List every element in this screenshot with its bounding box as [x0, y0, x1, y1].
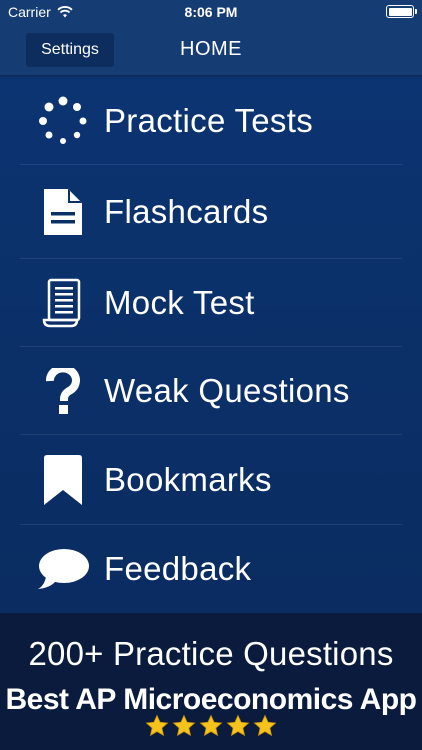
question-mark-icon — [32, 361, 94, 421]
clock: 8:06 PM — [184, 4, 238, 20]
menu-item-practice-tests[interactable]: Practice Tests — [20, 77, 402, 165]
status-bar: Carrier 8:06 PM — [0, 0, 422, 24]
page-title: HOME — [180, 38, 242, 60]
scroll-icon — [32, 273, 94, 333]
menu-item-label: Flashcards — [104, 192, 269, 230]
menu-item-label: Mock Test — [104, 283, 255, 321]
star-icon — [226, 714, 250, 737]
star-icon — [145, 714, 169, 737]
star-icon — [199, 714, 223, 737]
home-menu: Practice Tests Flashcards Mock Test Weak… — [0, 77, 422, 613]
bookmark-icon — [32, 450, 94, 510]
menu-item-bookmarks[interactable]: Bookmarks — [20, 435, 402, 525]
banner-headline: 200+ Practice Questions — [28, 635, 394, 672]
document-icon — [32, 182, 94, 242]
star-icon — [172, 714, 196, 737]
menu-item-mock-test[interactable]: Mock Test — [20, 259, 402, 347]
loading-dots-icon — [32, 91, 94, 151]
menu-item-label: Weak Questions — [104, 371, 350, 409]
star-icon — [253, 714, 277, 737]
banner-subheadline: Best AP Microeconomics App — [5, 683, 417, 716]
menu-item-label: Bookmarks — [104, 460, 272, 498]
menu-item-weak-questions[interactable]: Weak Questions — [20, 347, 402, 435]
menu-item-label: Practice Tests — [104, 101, 313, 139]
star-rating — [0, 714, 422, 738]
menu-item-label: Feedback — [104, 550, 252, 587]
nav-bar: Settings HOME — [0, 24, 422, 76]
speech-bubble-icon — [32, 539, 94, 599]
menu-item-feedback[interactable]: Feedback — [20, 525, 402, 613]
battery-icon — [386, 5, 417, 18]
menu-item-flashcards[interactable]: Flashcards — [20, 165, 402, 259]
